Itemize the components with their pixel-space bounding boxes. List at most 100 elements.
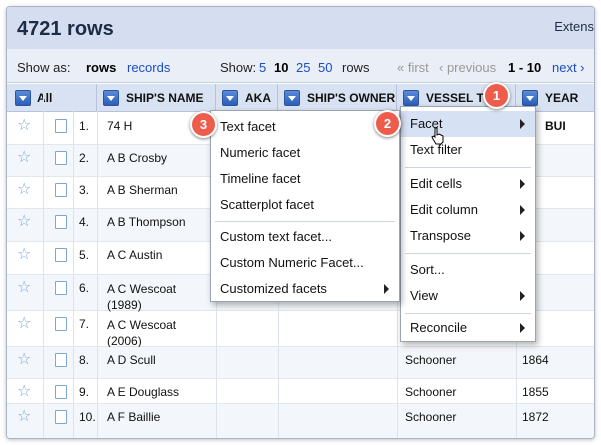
flag-icon[interactable]: [55, 410, 67, 424]
menu-item-custom-numeric-facet[interactable]: Custom Numeric Facet...: [211, 250, 399, 276]
menu-item-label: Transpose: [410, 228, 471, 243]
ship-name-cell: A C Wescoat (2006): [107, 318, 177, 348]
flag-icon[interactable]: [55, 215, 67, 229]
star-icon[interactable]: ☆: [17, 247, 31, 263]
flag-icon[interactable]: [55, 119, 67, 133]
previous-page-link[interactable]: ‹ previous: [439, 60, 496, 75]
view-controls: Show as: rows records Show: 5 10 25 50 r…: [7, 49, 594, 83]
column-label: All: [37, 91, 53, 105]
menu-item-text-filter[interactable]: Text filter: [401, 137, 535, 163]
chevron-right-icon: [384, 284, 389, 294]
flag-icon[interactable]: [55, 281, 67, 295]
column-label: SHIP'S OWNER: [307, 91, 396, 105]
callout-badge-1: 1: [483, 82, 510, 109]
menu-item-label: Edit column: [410, 202, 478, 217]
menu-item-customized-facets[interactable]: Customized facets: [211, 276, 399, 302]
menu-separator: [405, 167, 531, 168]
callout-badge-3: 3: [190, 111, 217, 138]
menu-item-timeline-facet[interactable]: Timeline facet: [211, 166, 399, 192]
menu-item-label: Reconcile: [410, 320, 468, 335]
chevron-right-icon: [520, 291, 525, 301]
menu-item-reconcile[interactable]: Reconcile: [401, 315, 535, 341]
menu-item-edit-column[interactable]: Edit column: [401, 197, 535, 223]
menu-item-label: Custom Numeric Facet...: [220, 255, 364, 270]
column-header-ships-owner[interactable]: SHIP'S OWNER: [278, 84, 397, 112]
first-page-link[interactable]: « first: [397, 60, 429, 75]
flag-icon[interactable]: [55, 151, 67, 165]
chevron-down-icon[interactable]: [15, 90, 31, 106]
menu-item-label: Scatterplot facet: [220, 197, 314, 212]
menu-item-numeric-facet[interactable]: Numeric facet: [211, 140, 399, 166]
chevron-down-icon[interactable]: [403, 90, 419, 106]
show-as-label: Show as:: [17, 60, 71, 75]
column-divider: [43, 84, 44, 438]
star-icon[interactable]: ☆: [17, 182, 31, 198]
menu-item-facet[interactable]: Facet: [401, 111, 535, 137]
column-header-aka[interactable]: AKA: [216, 84, 278, 112]
flag-icon[interactable]: [55, 248, 67, 262]
chevron-right-icon: [520, 231, 525, 241]
menu-item-sort[interactable]: Sort...: [401, 257, 535, 283]
row-number: 1.: [79, 119, 90, 133]
table-row: ☆ 8. A D Scull Schooner 1864: [7, 347, 594, 379]
chevron-down-icon[interactable]: [284, 90, 300, 106]
rows-suffix: rows: [342, 60, 370, 75]
column-header-all[interactable]: All: [7, 84, 97, 112]
column-header-ships-name[interactable]: SHIP'S NAME: [97, 84, 216, 112]
star-icon[interactable]: ☆: [17, 118, 31, 134]
menu-item-label: Sort...: [410, 262, 445, 277]
column-label: AKA: [245, 91, 271, 105]
page-size-10[interactable]: 10: [274, 60, 288, 75]
rows-mode[interactable]: rows: [86, 60, 116, 75]
menu-item-label: Text facet: [220, 119, 276, 134]
star-icon[interactable]: ☆: [17, 384, 31, 400]
year-built-cell: 1855: [522, 385, 549, 399]
star-icon[interactable]: ☆: [17, 150, 31, 166]
show-label: Show:: [220, 60, 257, 75]
column-divider: [97, 84, 98, 438]
menu-item-label: Numeric facet: [220, 145, 301, 160]
row-number: 4.: [79, 215, 90, 229]
star-icon[interactable]: ☆: [17, 214, 31, 230]
flag-icon[interactable]: [55, 317, 67, 331]
page-size-50[interactable]: 50: [318, 60, 332, 75]
menu-item-scatterplot-facet[interactable]: Scatterplot facet: [211, 192, 399, 218]
chevron-down-icon[interactable]: [103, 90, 119, 106]
row-number: 9.: [79, 385, 90, 399]
menu-item-text-facet[interactable]: Text facet: [211, 114, 399, 140]
menu-item-custom-text-facet[interactable]: Custom text facet...: [211, 224, 399, 250]
menu-separator: [215, 221, 395, 222]
menu-item-view[interactable]: View: [401, 283, 535, 309]
flag-icon[interactable]: [55, 183, 67, 197]
menu-item-edit-cells[interactable]: Edit cells: [401, 171, 535, 197]
project-header: 4721 rows Extens: [7, 7, 594, 49]
row-number: 7.: [79, 317, 90, 331]
ship-name-cell: A F Baillie: [107, 410, 161, 424]
menu-separator: [405, 313, 531, 314]
ship-name-cell: A B Thompson: [107, 215, 186, 229]
year-built-cell: 1872: [522, 410, 549, 424]
star-icon[interactable]: ☆: [17, 409, 31, 425]
flag-icon[interactable]: [55, 353, 67, 367]
ship-name-cell: A D Scull: [107, 353, 156, 367]
hand-cursor-icon: [431, 127, 444, 145]
star-icon[interactable]: ☆: [17, 280, 31, 296]
facet-submenu: Text facet Numeric facet Timeline facet …: [210, 110, 400, 302]
chevron-right-icon: [520, 179, 525, 189]
next-page-link[interactable]: next ›: [552, 60, 585, 75]
column-divider: [73, 84, 74, 438]
chevron-down-icon[interactable]: [222, 90, 238, 106]
extensions-link[interactable]: Extens: [554, 19, 594, 34]
page-range: 1 - 10: [508, 60, 542, 75]
star-icon[interactable]: ☆: [17, 352, 31, 368]
ship-name-cell: A E Douglass: [107, 385, 180, 399]
table-row: ☆ 9. A E Douglass Schooner 1855: [7, 379, 594, 404]
row-number: 2.: [79, 151, 90, 165]
flag-icon[interactable]: [55, 385, 67, 399]
star-icon[interactable]: ☆: [17, 316, 31, 332]
records-mode-link[interactable]: records: [127, 60, 170, 75]
page-size-5[interactable]: 5: [259, 60, 266, 75]
page-size-25[interactable]: 25: [296, 60, 310, 75]
menu-item-transpose[interactable]: Transpose: [401, 223, 535, 249]
chevron-down-icon[interactable]: [522, 90, 538, 106]
